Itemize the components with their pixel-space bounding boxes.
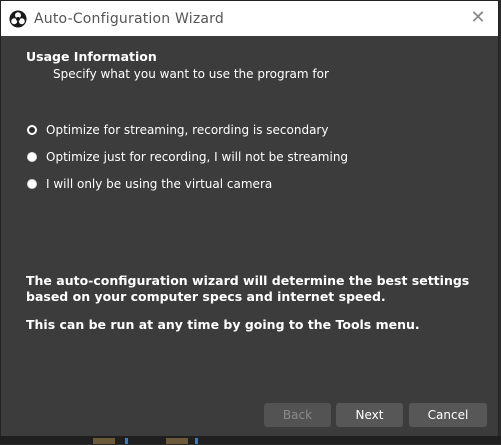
radio-label: Optimize just for recording, I will not … bbox=[46, 150, 349, 164]
radio-button[interactable] bbox=[27, 152, 37, 162]
next-button[interactable]: Next bbox=[336, 403, 403, 427]
background-app-strip bbox=[0, 436, 501, 444]
info-paragraph-2: This can be run at any time by going to … bbox=[26, 317, 420, 332]
info-paragraph-1: The auto-configuration wizard will deter… bbox=[26, 273, 469, 305]
radio-option-virtual-camera[interactable]: I will only be using the virtual camera bbox=[27, 177, 272, 191]
background-fragment bbox=[125, 438, 128, 444]
cancel-button[interactable]: Cancel bbox=[409, 403, 487, 427]
info-line: The auto-configuration wizard will deter… bbox=[26, 273, 470, 288]
title-bar[interactable]: Auto-Configuration Wizard ✕ bbox=[1, 1, 498, 36]
obs-logo-icon bbox=[9, 9, 27, 28]
radio-option-streaming[interactable]: Optimize for streaming, recording is sec… bbox=[27, 123, 328, 137]
radio-label: Optimize for streaming, recording is sec… bbox=[46, 123, 329, 137]
radio-button[interactable] bbox=[27, 179, 37, 189]
window-title: Auto-Configuration Wizard bbox=[34, 10, 224, 27]
section-heading: Usage Information bbox=[26, 49, 157, 64]
background-fragment bbox=[93, 438, 115, 444]
close-icon[interactable]: ✕ bbox=[468, 8, 488, 28]
wizard-window: Auto-Configuration Wizard ✕ Usage Inform… bbox=[0, 0, 499, 444]
radio-option-recording[interactable]: Optimize just for recording, I will not … bbox=[27, 150, 348, 164]
background-fragment bbox=[195, 438, 198, 444]
radio-label: I will only be using the virtual camera bbox=[46, 177, 273, 191]
background-fragment bbox=[166, 438, 188, 444]
radio-button-selected[interactable] bbox=[27, 125, 37, 135]
dialog-content: Usage Information Specify what you want … bbox=[1, 36, 498, 445]
back-button[interactable]: Back bbox=[264, 403, 331, 427]
info-line: based on your computer specs and interne… bbox=[26, 289, 386, 304]
section-subheading: Specify what you want to use the program… bbox=[53, 67, 329, 81]
